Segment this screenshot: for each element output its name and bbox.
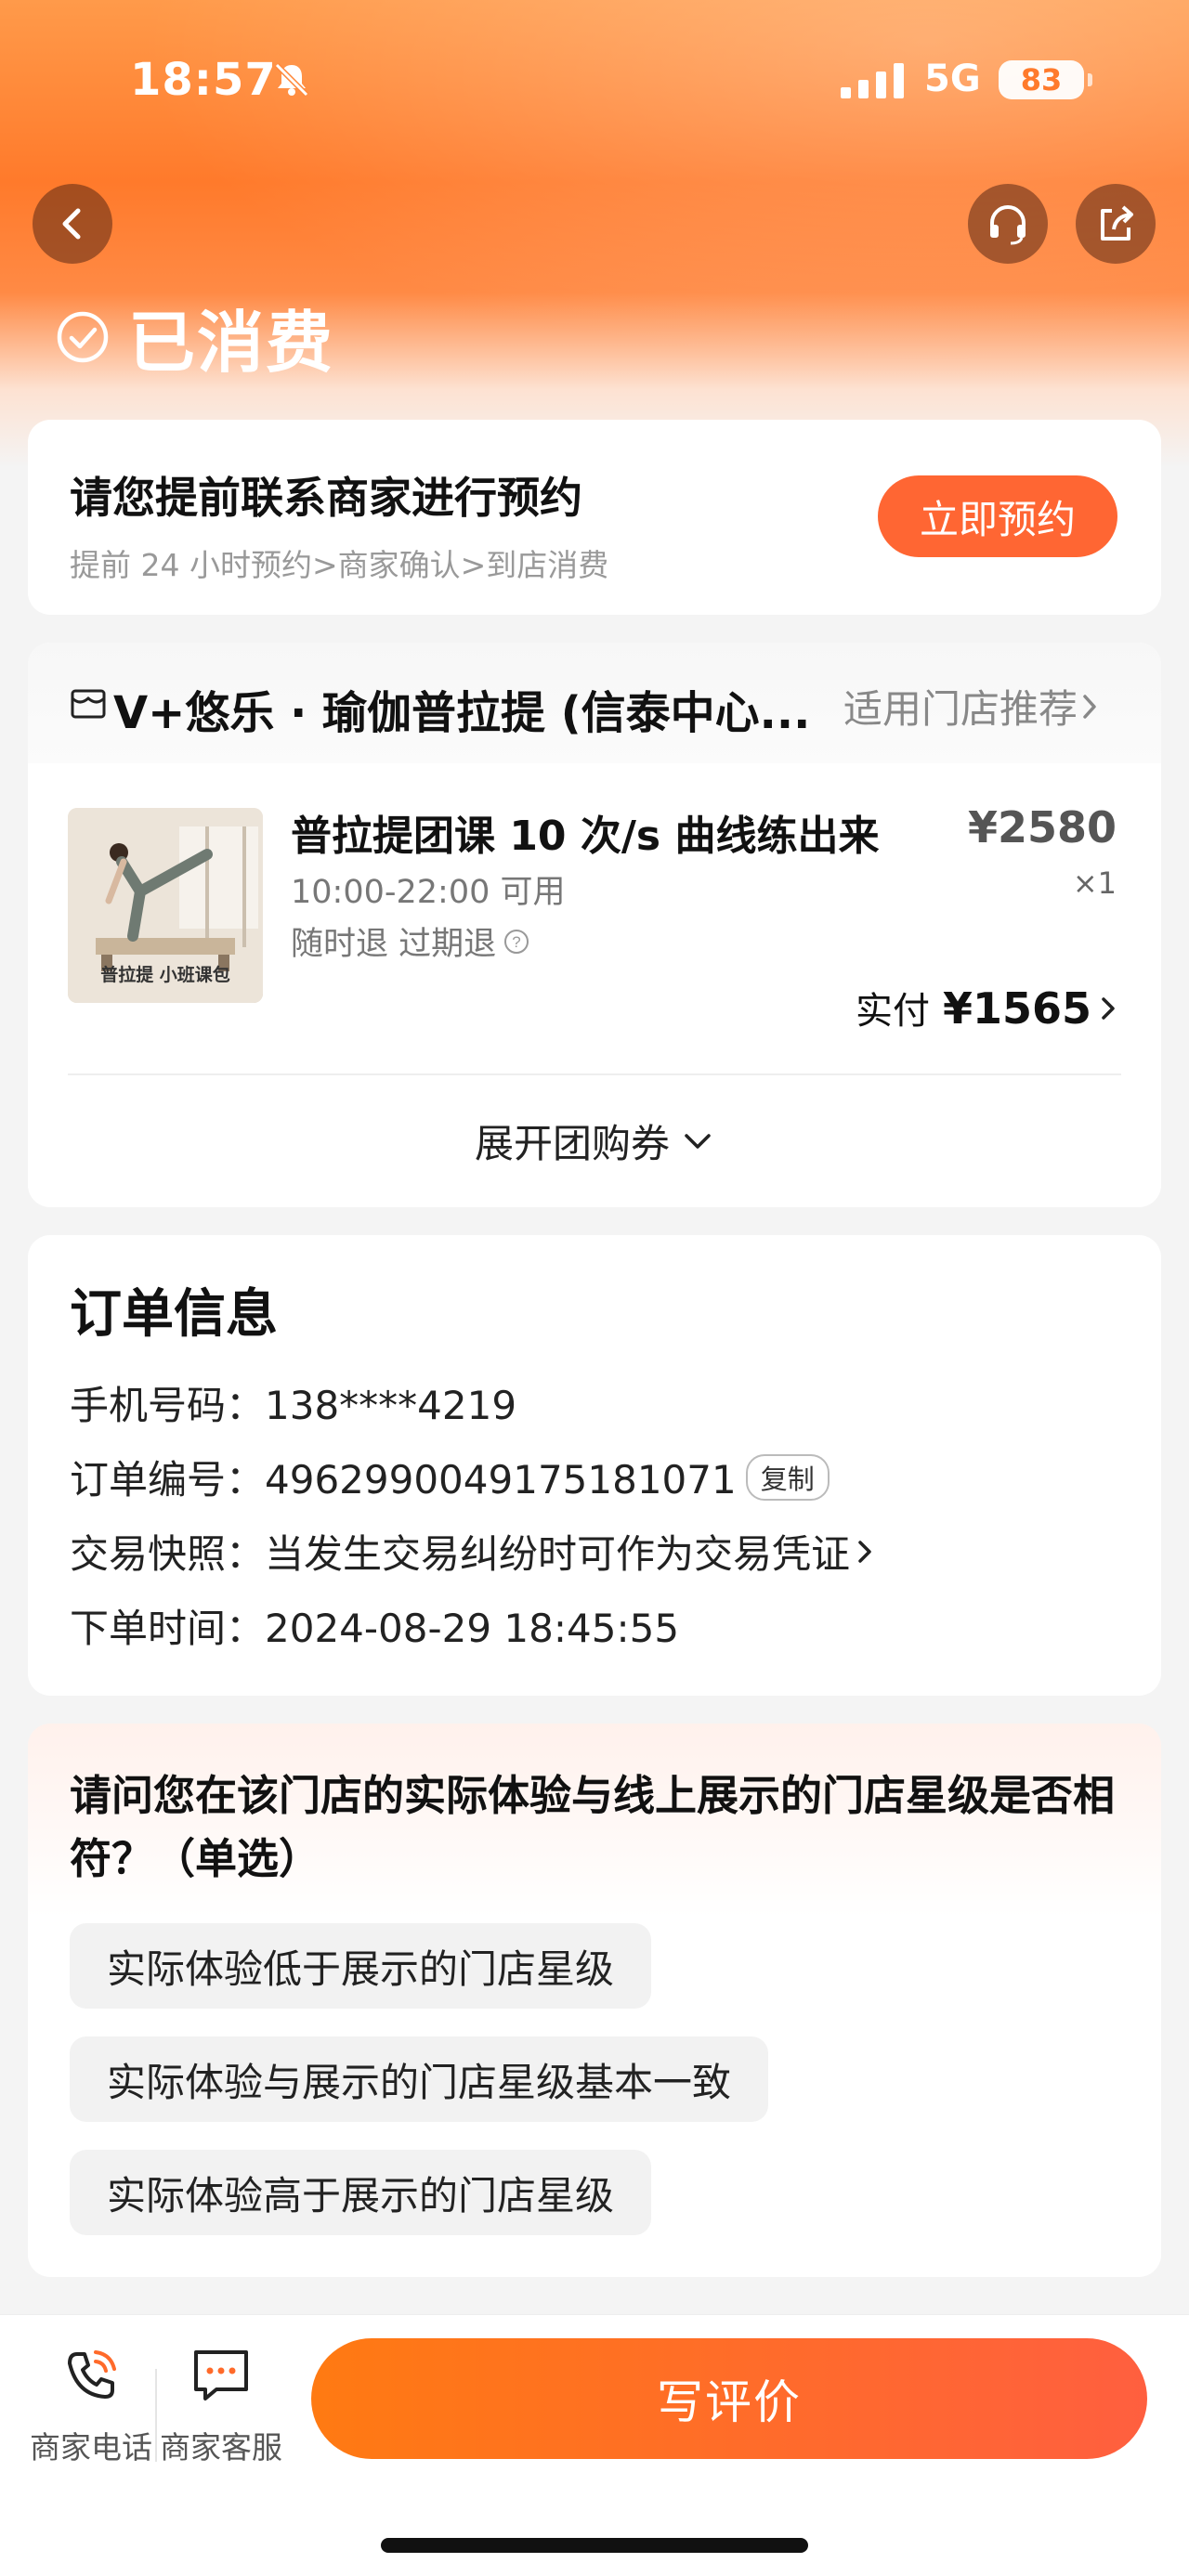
- survey-question: 请问您在该门店的实际体验与线上展示的门店星级是否相符？（单选）: [70, 1771, 1116, 1883]
- store-name[interactable]: V+悠乐 · 瑜伽普拉提 (信泰中心...: [113, 676, 847, 741]
- share-button[interactable]: [1076, 184, 1156, 264]
- order-status: 已消费: [56, 288, 334, 385]
- back-button[interactable]: [33, 184, 112, 264]
- merchant-phone-button[interactable]: 商家电话: [26, 2343, 156, 2467]
- status-bar: 18:57 5G 83: [0, 0, 1189, 158]
- copy-button[interactable]: 复制: [745, 1453, 830, 1501]
- paid-value: ¥1565: [942, 983, 1091, 1034]
- store-header[interactable]: V+悠乐 · 瑜伽普拉提 (信泰中心... 适用门店推荐: [28, 643, 1161, 763]
- thumbnail-caption: 普拉提 小班课包: [100, 965, 230, 985]
- store-recommend-link[interactable]: 适用门店推荐: [843, 678, 1102, 735]
- paid-label: 实付: [855, 990, 930, 1033]
- booking-steps: 提前 24 小时预约>商家确认>到店消费: [70, 547, 609, 583]
- survey-card: 请问您在该门店的实际体验与线上展示的门店星级是否相符？（单选） 实际体验低于展示…: [28, 1724, 1161, 2277]
- chevron-right-icon: [858, 1540, 871, 1563]
- share-icon: [1101, 205, 1133, 241]
- home-indicator: [381, 2538, 808, 2553]
- order-info-card: 订单信息 手机号码：138****4219 订单编号：4962990049175…: [28, 1235, 1161, 1696]
- network-type: 5G: [924, 58, 981, 100]
- merchant-service-label: 商家客服: [160, 2429, 282, 2465]
- store-icon: [71, 689, 106, 719]
- order-number-row: 订单编号：4962990049175181071 复制: [70, 1449, 830, 1505]
- expand-vouchers-button[interactable]: 展开团购券: [28, 1112, 1161, 1169]
- order-status-text: 已消费: [128, 304, 335, 382]
- quantity: ×1: [1072, 865, 1117, 901]
- store-recommend-label: 适用门店推荐: [843, 686, 1078, 732]
- expand-vouchers-label: 展开团购券: [474, 1121, 670, 1166]
- book-now-button[interactable]: 立即预约: [878, 475, 1117, 557]
- product-refund-policy: 随时退 过期退 ?: [291, 917, 529, 965]
- merchant-phone-label: 商家电话: [30, 2429, 152, 2465]
- order-number: 订单编号：4962990049175181071: [70, 1457, 737, 1503]
- order-info-title: 订单信息: [70, 1284, 278, 1345]
- order-phone: 手机号码：138****4219: [70, 1383, 517, 1428]
- check-circle-icon: [57, 311, 109, 362]
- question-icon[interactable]: ?: [503, 929, 529, 955]
- survey-option-consistent[interactable]: 实际体验与展示的门店星级基本一致: [70, 2036, 769, 2122]
- status-time: 18:57: [130, 54, 277, 106]
- divider: [68, 1073, 1121, 1075]
- product-available-time: 10:00-22:00 可用: [291, 874, 566, 911]
- chevron-right-icon: [1083, 694, 1096, 719]
- product-title[interactable]: 普拉提团课 10 次/s 曲线练出来: [291, 802, 879, 862]
- paid-amount[interactable]: 实付 ¥1565: [856, 981, 1119, 1034]
- signal-icon: [841, 63, 904, 98]
- chevron-right-icon: [1102, 997, 1115, 1020]
- transaction-snapshot-label: 交易快照：当发生交易纠纷时可作为交易凭证: [70, 1531, 851, 1577]
- merchant-service-button[interactable]: 商家客服: [156, 2343, 286, 2467]
- product-thumbnail[interactable]: 普拉提 小班课包: [68, 808, 263, 1003]
- phone-icon: [68, 2350, 116, 2399]
- chevron-left-icon: [62, 208, 81, 240]
- headset-icon: [990, 205, 1026, 245]
- refund-policy-label: 随时退 过期退: [291, 926, 497, 963]
- battery-icon: 83: [999, 60, 1092, 99]
- transaction-snapshot-link[interactable]: 交易快照：当发生交易纠纷时可作为交易凭证: [70, 1523, 876, 1580]
- booking-title: 请您提前联系商家进行预约: [70, 473, 582, 523]
- bell-muted-icon: [274, 62, 309, 98]
- write-review-button[interactable]: 写评价: [311, 2338, 1147, 2459]
- original-price: ¥2580: [967, 802, 1117, 852]
- booking-card: 请您提前联系商家进行预约 提前 24 小时预约>商家确认>到店消费 立即预约: [28, 420, 1161, 615]
- chat-icon: [194, 2350, 248, 2400]
- svg-text:?: ?: [512, 933, 520, 951]
- product-card: V+悠乐 · 瑜伽普拉提 (信泰中心... 适用门店推荐 普拉提 小班课包 普拉…: [28, 643, 1161, 1207]
- survey-option-lower[interactable]: 实际体验低于展示的门店星级: [70, 1923, 652, 2009]
- chevron-down-icon: [685, 1133, 711, 1149]
- survey-option-higher[interactable]: 实际体验高于展示的门店星级: [70, 2150, 652, 2235]
- bottom-action-bar: 商家电话 商家客服 写评价: [0, 2314, 1189, 2576]
- order-time: 下单时间：2024-08-29 18:45:55: [70, 1606, 680, 1651]
- customer-service-button[interactable]: [968, 184, 1048, 264]
